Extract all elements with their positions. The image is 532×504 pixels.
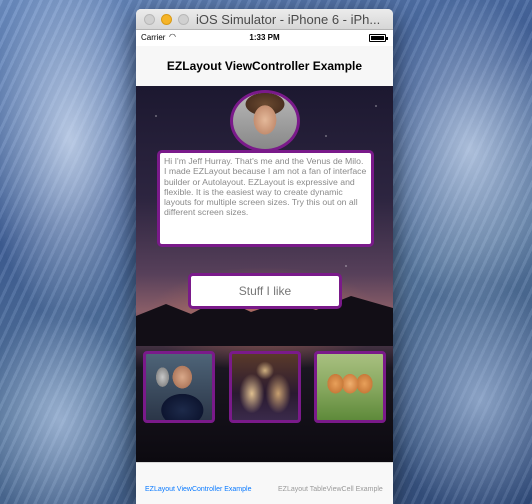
close-window-button[interactable] — [144, 14, 155, 25]
thumbnail-football-player[interactable] — [143, 351, 215, 423]
profile-content: Hi I'm Jeff Hurray. That's me and the Ve… — [136, 86, 393, 462]
bio-text-box: Hi I'm Jeff Hurray. That's me and the Ve… — [157, 150, 374, 247]
nav-title: EZLayout ViewController Example — [166, 59, 363, 73]
tab-tableviewcell-example[interactable]: EZLayout TableViewCell Example — [278, 486, 383, 493]
thumbnail-puppies[interactable] — [314, 351, 386, 423]
window-titlebar[interactable]: iOS Simulator - iPhone 6 - iPh... — [136, 9, 393, 30]
tab-bar: EZLayout ViewController Example EZLayout… — [136, 462, 393, 504]
window-title: iOS Simulator - iPhone 6 - iPh... — [196, 12, 381, 27]
simulator-window: iOS Simulator - iPhone 6 - iPh... Carrie… — [136, 9, 393, 504]
stuff-i-like-button[interactable]: Stuff I like — [188, 273, 342, 309]
navigation-bar: EZLayout ViewController Example — [136, 46, 393, 86]
tab-viewcontroller-example[interactable]: EZLayout ViewController Example — [145, 486, 251, 493]
thumbnail-movie-poster[interactable] — [229, 351, 301, 423]
minimize-window-button[interactable] — [161, 14, 172, 25]
status-time: 1:33 PM — [249, 33, 280, 42]
battery-icon — [369, 34, 388, 42]
profile-avatar — [230, 90, 300, 152]
ios-status-bar: Carrier ◠ 1:33 PM — [136, 30, 393, 46]
zoom-window-button[interactable] — [178, 14, 189, 25]
